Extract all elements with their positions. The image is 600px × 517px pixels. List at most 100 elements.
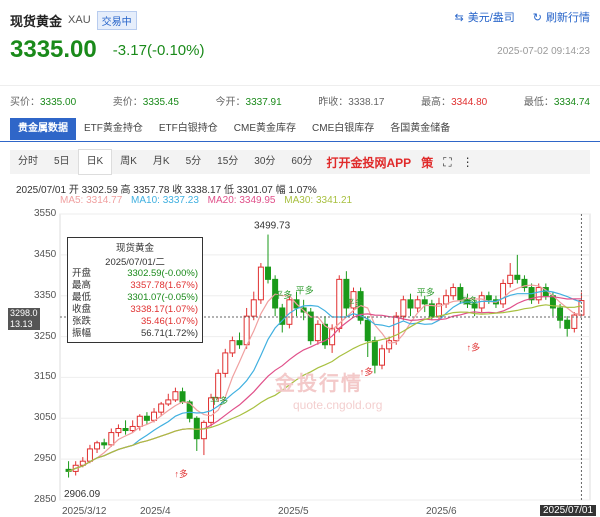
x-tick-label: 2025/6	[426, 506, 457, 517]
price-row: 3335.00 -3.17(-0.10%)	[10, 36, 204, 64]
tooltip-row: 张跌 35.46(1.07%)	[72, 316, 198, 328]
candle-body	[265, 266, 272, 280]
candle-body	[564, 319, 571, 329]
quote-label: 最高：	[421, 97, 452, 108]
x-tick-label: 2025/3/12	[62, 506, 107, 517]
y-tick-label: 3050	[34, 412, 57, 424]
candle-body	[386, 340, 393, 350]
quote-value: 3344.80	[451, 97, 488, 108]
tooltip-key: 开盘	[72, 268, 92, 279]
period-1[interactable]: 5日	[46, 150, 78, 174]
tab-1[interactable]: ETF黄金持仓	[76, 118, 151, 140]
quote-value: 3338.17	[348, 97, 385, 108]
candle-body	[307, 311, 314, 342]
ma5-label: MA5: 3314.77	[60, 195, 123, 206]
data-tabs: 贵金属数据 ETF黄金持仓 ETF白银持仓 CME黄金库存 CME白银库存 各国黄金储备	[10, 118, 458, 140]
candle-body	[521, 278, 528, 289]
candle-body	[129, 425, 136, 432]
quote-item: 卖价：3335.45	[113, 93, 179, 108]
tooltip-date: 2025/07/01/二	[105, 257, 165, 268]
quote-label: 今开：	[215, 97, 246, 108]
ma-legend: MA5: 3314.77 MA10: 3337.23 MA20: 3349.95…	[60, 195, 358, 206]
currency-switch-button[interactable]: ⇆ 美元/盎司	[451, 9, 515, 25]
fullscreen-icon[interactable]: ⛶	[443, 155, 451, 170]
divider	[0, 85, 600, 86]
quote-value: 3334.74	[553, 97, 590, 108]
period-7[interactable]: 30分	[246, 150, 283, 174]
candle-body	[535, 287, 542, 301]
period-bar: 分时 5日 日K 周K 月K 5分 15分 30分 60分 打开金投网APP 策 ⛶ ⋮	[10, 149, 590, 175]
candle-body	[414, 299, 421, 309]
period-6[interactable]: 15分	[209, 150, 246, 174]
y-tick-label: 2850	[34, 494, 57, 505]
quote-bar: 买价：3335.00 卖价：3335.45 今开：3337.91 昨收：3338.17…	[10, 93, 590, 108]
tab-2[interactable]: ETF白银持仓	[151, 118, 226, 140]
period-5[interactable]: 5分	[178, 150, 210, 174]
period-list: 分时 5日 日K 周K 月K 5分 15分 30分 60分	[10, 149, 321, 175]
period-3[interactable]: 周K	[112, 150, 145, 174]
candle-body	[222, 352, 229, 374]
tab-4[interactable]: CME白银库存	[304, 118, 382, 140]
cursor-price: 3298.0	[10, 308, 38, 318]
candle-body	[272, 278, 279, 309]
tab-0[interactable]: 贵金属数据	[10, 118, 76, 140]
refresh-label: 刷新行情	[546, 12, 590, 24]
signal-label: ↑多	[467, 341, 481, 352]
candle-body	[329, 327, 336, 346]
candle-body	[186, 401, 193, 419]
more-icon[interactable]: ⋮	[462, 155, 474, 169]
tooltip-value: 35.46(1.07%)	[140, 316, 198, 327]
candle-body	[122, 428, 129, 432]
candle-body	[557, 307, 564, 321]
candle-body	[478, 295, 485, 309]
tooltip-value: 56.71(1.72%)	[140, 328, 198, 339]
period-0[interactable]: 分时	[10, 150, 46, 174]
candle-body	[357, 291, 364, 321]
tab-3[interactable]: CME黄金库存	[226, 118, 304, 140]
period-2[interactable]: 日K	[77, 149, 113, 175]
candle-body	[151, 411, 158, 421]
open-app-link[interactable]: 打开金投网APP	[327, 154, 412, 171]
candle-body	[250, 299, 257, 317]
current-price: 3335.00	[10, 36, 97, 63]
y-tick-label: 2950	[34, 453, 57, 465]
candle-body	[243, 315, 250, 346]
candle-body	[343, 278, 350, 309]
period-4[interactable]: 月K	[145, 150, 178, 174]
ma10-label: MA10: 3337.23	[131, 195, 199, 206]
period-8[interactable]: 60分	[283, 150, 320, 174]
tab-5[interactable]: 各国黄金储备	[382, 118, 458, 140]
quote-value: 3335.00	[40, 97, 77, 108]
instrument-code: XAU	[68, 14, 91, 26]
x-tick-label: 2025/4	[140, 506, 171, 517]
y-tick-label: 3150	[34, 371, 57, 383]
ma30-label: MA30: 3341.21	[284, 195, 353, 206]
refresh-button[interactable]: ↻ 刷新行情	[529, 9, 590, 25]
ma20-label: MA20: 3349.95	[207, 195, 276, 206]
tooltip-value: 3301.07(-0.05%)	[127, 292, 198, 303]
signal-label: ↑多	[175, 468, 189, 479]
candle-body	[101, 442, 108, 446]
low-annotation: 2906.09	[64, 489, 101, 500]
candle-body	[79, 460, 86, 466]
strategy-icon[interactable]: 策	[421, 154, 433, 171]
status-badge: 交易中	[96, 10, 137, 30]
tooltip-value: 3338.17(1.07%)	[130, 304, 198, 315]
candle-body	[350, 291, 357, 309]
tooltip-row: 最高 3357.78(1.67%)	[72, 280, 198, 292]
tooltip-key: 收盘	[72, 304, 92, 315]
cursor-price-box: 3298.0 13.13	[8, 308, 40, 330]
candle-body	[393, 315, 400, 342]
quote-item: 最低：3334.74	[524, 93, 590, 108]
candle-tooltip: 现货黄金 2025/07/01/二 开盘 3302.59(-0.00%) 最高 335…	[67, 237, 203, 343]
tooltip-value: 3302.59(-0.00%)	[127, 268, 198, 279]
candle-body	[193, 417, 200, 440]
candle-body	[371, 340, 378, 366]
quote-label: 昨收：	[318, 97, 349, 108]
quote-item: 今开：3337.91	[216, 93, 282, 108]
timestamp: 2025-07-02 09:14:23	[497, 46, 590, 57]
x-tick-label: 2025/5	[278, 506, 309, 517]
candle-body	[108, 432, 115, 446]
quote-item: 昨收：3338.17	[318, 93, 384, 108]
candle-body	[279, 307, 286, 325]
